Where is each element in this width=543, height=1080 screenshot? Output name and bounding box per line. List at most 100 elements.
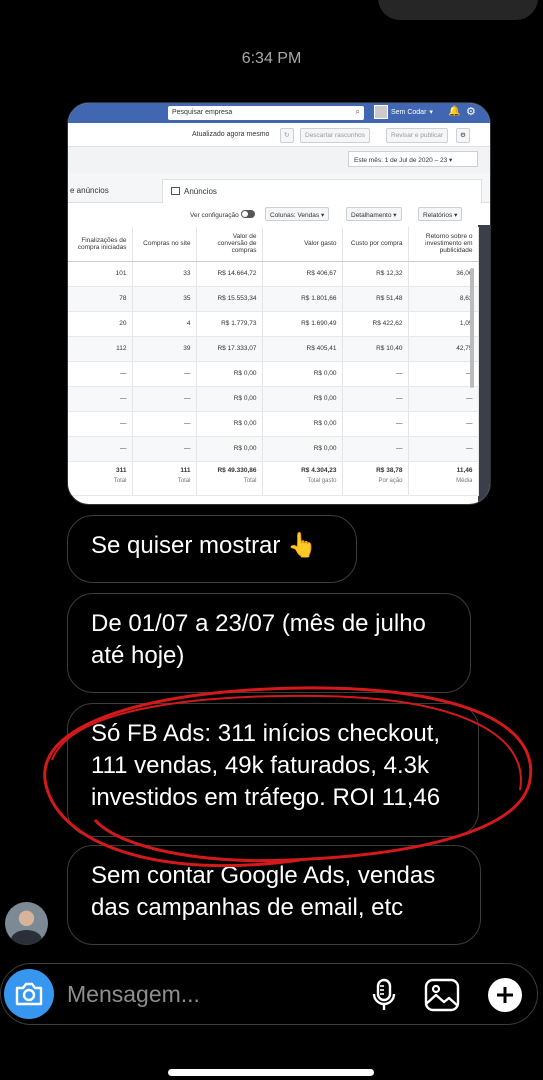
fb-top-bar: Pesquisar empresa ⌕ Sem Codar ▾ 🔔 ⚙ xyxy=(68,103,490,123)
total-value: R$ 38,78 xyxy=(376,466,403,474)
table-cell: R$ 0,00 xyxy=(196,386,263,412)
message-input[interactable] xyxy=(67,978,347,1010)
fb-controls: Ver configuração Colunas: Vendas ▾ Detal… xyxy=(68,203,490,225)
fb-search-placeholder: Pesquisar empresa xyxy=(172,109,233,116)
fb-columns-label: Colunas: Vendas xyxy=(270,212,320,219)
table-cell: 4 xyxy=(132,311,197,337)
table-cell: — xyxy=(132,386,197,412)
fb-breakdown-label: Detalhamento xyxy=(351,212,392,219)
fb-columns-dropdown: Colunas: Vendas ▾ xyxy=(265,207,330,221)
table-row: ——R$ 0,00R$ 0,00—— xyxy=(68,386,479,412)
fb-review-button: Revisar e publicar xyxy=(386,128,449,143)
fb-discard-button: Descartar rascunhos xyxy=(300,128,370,143)
table-row: 101 33 R$ 14.664,72 R$ 406,67 R$ 12,32 36,06 xyxy=(68,261,479,287)
home-indicator[interactable] xyxy=(168,1069,374,1076)
total-value: R$ 4.304,23 xyxy=(301,466,337,474)
table-row: ——R$ 0,00R$ 0,00—— xyxy=(68,436,479,462)
fb-ads-table: Finalizações de compra iniciadas Compras … xyxy=(68,227,479,496)
message-composer xyxy=(0,963,538,1025)
table-row: 20 4 R$ 1.779,73 R$ 1.690,49 R$ 422,62 1,05 xyxy=(68,311,479,337)
table-cell: R$ 0,00 xyxy=(262,361,343,387)
toggle-icon xyxy=(240,210,255,218)
table-cell: 112 xyxy=(68,336,133,362)
fb-user-avatar xyxy=(374,105,388,119)
table-cell: R$ 405,41 xyxy=(262,336,343,362)
fb-reports-label: Relatórios xyxy=(423,212,453,219)
table-cell: R$ 15.553,34 xyxy=(196,286,263,312)
camera-button[interactable] xyxy=(4,969,54,1019)
table-total-row: 311 Total 111 Total R$ 49.330,86 Total R$ 4.30… xyxy=(68,460,479,496)
table-cell: R$ 0,00 xyxy=(262,386,343,412)
table-total-cell: R$ 38,78 Por ação xyxy=(342,460,409,496)
table-cell: R$ 0,00 xyxy=(196,436,263,462)
table-cell: — xyxy=(408,411,479,437)
plus-icon xyxy=(488,978,522,1012)
table-cell: R$ 0,00 xyxy=(262,411,343,437)
fb-date-range-label: Este mês: 1 de Jul de 2020 – 23 xyxy=(354,157,448,164)
shared-screenshot-image[interactable]: Pesquisar empresa ⌕ Sem Codar ▾ 🔔 ⚙ Atuali… xyxy=(67,102,491,505)
table-cell: — xyxy=(342,436,409,462)
fb-user-menu: Sem Codar ▾ xyxy=(374,105,433,119)
fb-reports-dropdown: Relatórios ▾ xyxy=(418,207,463,221)
message-bubble[interactable]: Se quiser mostrar 👆 xyxy=(67,515,357,583)
avatar[interactable] xyxy=(5,902,48,945)
message-bubble[interactable]: Sem contar Google Ads, vendas das campan… xyxy=(67,845,481,945)
total-value: 111 xyxy=(180,466,191,474)
table-cell: — xyxy=(408,361,479,387)
table-total-cell: 111 Total xyxy=(132,460,197,496)
table-cell: 20 xyxy=(68,311,133,337)
table-scrollbar xyxy=(470,268,474,388)
table-cell: R$ 17.333,07 xyxy=(196,336,263,362)
message-text: Só FB Ads: 311 inícios checkout, 111 ven… xyxy=(91,720,441,811)
fb-toolbar: Atualizado agora mesmo ↻ Descartar rascu… xyxy=(68,123,490,147)
table-total-cell: 311 Total xyxy=(68,460,133,496)
search-icon: ⌕ xyxy=(355,107,360,116)
more-button[interactable] xyxy=(486,976,524,1014)
fb-tab-adsets: e anúncios xyxy=(68,179,162,203)
table-cell: R$ 14.664,72 xyxy=(196,261,263,287)
total-label: Média xyxy=(456,477,473,484)
table-cell: — xyxy=(408,386,479,412)
previous-message-bubble[interactable] xyxy=(378,0,538,20)
table-header-row: Finalizações de compra iniciadas Compras … xyxy=(68,227,479,262)
table-cell: — xyxy=(132,436,197,462)
image-icon xyxy=(424,978,460,1012)
table-row: ——R$ 0,00R$ 0,00—— xyxy=(68,411,479,437)
total-value: R$ 49.330,86 xyxy=(217,466,257,474)
table-cell: R$ 1.690,49 xyxy=(262,311,343,337)
table-cell: R$ 51,48 xyxy=(342,286,409,312)
table-cell: R$ 422,62 xyxy=(342,311,409,337)
table-cell: 35 xyxy=(132,286,197,312)
table-cell: — xyxy=(68,411,133,437)
table-cell: 78 xyxy=(68,286,133,312)
table-cell: R$ 10,40 xyxy=(342,336,409,362)
fb-user-name: Sem Codar xyxy=(391,108,427,116)
chevron-down-icon: ▾ xyxy=(429,109,433,116)
table-row: 112 39 R$ 17.333,07 R$ 405,41 R$ 10,40 42,75 xyxy=(68,336,479,362)
microphone-button[interactable] xyxy=(365,976,403,1014)
message-bubble[interactable]: De 01/07 a 23/07 (mês de julho até hoje) xyxy=(67,593,471,693)
table-header-cell: Valor gasto xyxy=(262,227,343,262)
table-cell: — xyxy=(342,386,409,412)
table-cell: R$ 0,00 xyxy=(196,361,263,387)
table-cell: — xyxy=(342,411,409,437)
table-cell: 42,75 xyxy=(408,336,479,362)
table-cell: — xyxy=(342,361,409,387)
fb-tab-adsets-label: e anúncios xyxy=(70,186,109,195)
bell-icon: 🔔 xyxy=(448,106,461,117)
fb-view-config: Ver configuração xyxy=(186,207,259,221)
gallery-button[interactable] xyxy=(423,976,461,1014)
table-header-cell: Custo por compra xyxy=(342,227,409,262)
total-label: Total gasto xyxy=(307,477,337,484)
table-total-cell: R$ 49.330,86 Total xyxy=(196,460,263,496)
fb-breakdown-dropdown: Detalhamento ▾ xyxy=(346,207,402,221)
fb-view-config-label: Ver configuração xyxy=(190,212,239,219)
message-bubble-highlighted[interactable]: Só FB Ads: 311 inícios checkout, 111 ven… xyxy=(67,703,479,837)
table-header-cell: Finalizações de compra iniciadas xyxy=(68,227,133,262)
table-cell: R$ 0,00 xyxy=(196,411,263,437)
table-cell: — xyxy=(408,436,479,462)
fb-tab-ads-label: Anúncios xyxy=(184,187,217,196)
fb-search-box: Pesquisar empresa ⌕ xyxy=(168,106,364,120)
table-row: ——R$ 0,00R$ 0,00—— xyxy=(68,361,479,387)
microphone-icon xyxy=(372,978,396,1010)
